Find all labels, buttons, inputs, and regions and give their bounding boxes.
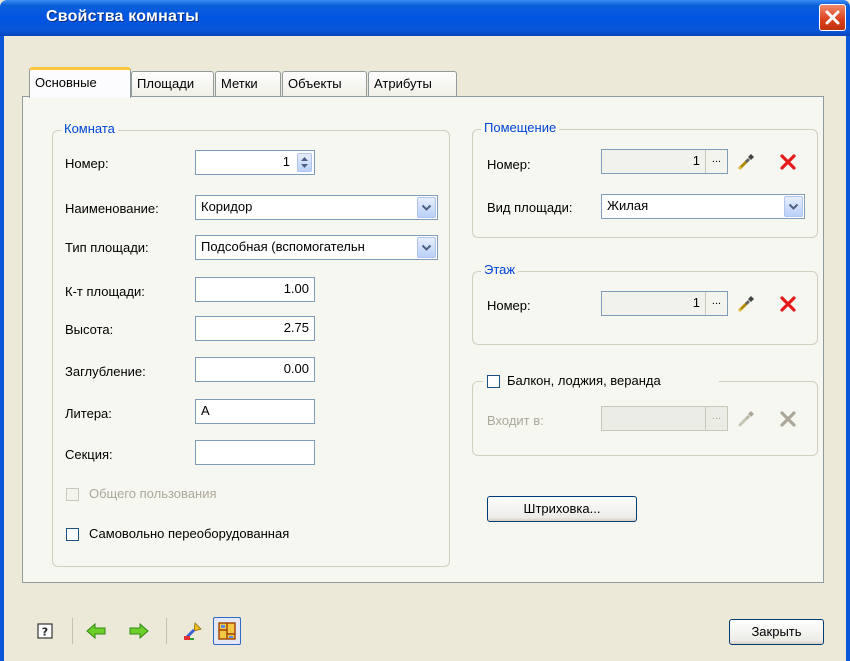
premises-number-label: Номер: (487, 157, 531, 172)
tab-attributes[interactable]: Атрибуты (368, 71, 457, 97)
delete-x-icon (780, 411, 796, 427)
spin-arrows-icon[interactable] (297, 153, 312, 172)
tab-areas[interactable]: Площади (131, 71, 214, 97)
letter-input[interactable]: А (195, 399, 315, 424)
chevron-down-icon[interactable] (417, 197, 436, 218)
height-label: Высота: (65, 322, 114, 337)
height-input[interactable]: 2.75 (195, 316, 315, 341)
room-number-label: Номер: (65, 156, 109, 171)
tab-marks[interactable]: Метки (215, 71, 281, 97)
brush-button[interactable] (182, 620, 204, 642)
paint-brush-icon (184, 622, 202, 640)
included-in-clear-button[interactable] (776, 407, 800, 431)
common-use-checkbox[interactable] (66, 488, 79, 501)
floor-plan-icon (218, 622, 236, 640)
eyedropper-icon (738, 411, 754, 427)
area-type-label: Тип площади: (65, 240, 149, 255)
hatching-button[interactable]: Штриховка... (487, 496, 637, 522)
premises-clear-button[interactable] (776, 150, 800, 174)
tab-objects[interactable]: Объекты (282, 71, 367, 97)
window-title: Свойства комнаты (46, 8, 199, 25)
delete-x-icon (780, 296, 796, 312)
eyedropper-icon (738, 154, 754, 170)
self-reequipped-label: Самовольно переоборудованная (89, 526, 290, 541)
chevron-down-icon[interactable] (784, 196, 803, 217)
room-number-value: 1 (282, 154, 290, 169)
balcony-checkbox[interactable] (487, 375, 500, 388)
premises-pick-button[interactable] (734, 150, 758, 174)
help-button[interactable]: ? (34, 620, 56, 642)
chevron-down-icon[interactable] (417, 237, 436, 258)
close-icon (825, 10, 840, 25)
premises-group-title: Помещение (481, 120, 560, 135)
balcony-checkbox-label: Балкон, лоджия, веранда (507, 373, 661, 388)
help-icon: ? (37, 623, 53, 639)
included-in-label: Входит в: (487, 413, 544, 428)
svg-text:?: ? (42, 626, 48, 639)
toolbar-separator (72, 618, 73, 644)
eyedropper-icon (738, 296, 754, 312)
area-kind-select[interactable]: Жилая (601, 194, 805, 219)
arrow-left-icon (86, 622, 106, 640)
letter-label: Литера: (65, 406, 112, 421)
previous-button[interactable] (85, 620, 107, 642)
included-in-browse-button[interactable]: ... (705, 407, 727, 430)
close-button[interactable]: Закрыть (729, 619, 824, 645)
depth-input[interactable]: 0.00 (195, 357, 315, 382)
close-window-button[interactable] (819, 4, 846, 31)
window-frame-right (846, 36, 850, 661)
toolbar-separator (166, 618, 167, 644)
plan-toggle-button[interactable] (213, 617, 241, 645)
floor-pick-button[interactable] (734, 292, 758, 316)
next-button[interactable] (128, 620, 150, 642)
room-name-label: Наименование: (65, 201, 159, 216)
delete-x-icon (780, 154, 796, 170)
premises-browse-button[interactable]: ... (705, 150, 727, 173)
area-type-select[interactable]: Подсобная (вспомогательн (195, 235, 438, 260)
premises-group (472, 129, 818, 238)
section-input[interactable] (195, 440, 315, 465)
floor-number-label: Номер: (487, 298, 531, 313)
area-type-value: Подсобная (вспомогательн (201, 239, 365, 254)
room-number-stepper[interactable]: 1 (195, 150, 315, 175)
common-use-label: Общего пользования (89, 486, 217, 501)
floor-group-title: Этаж (481, 262, 519, 277)
floor-clear-button[interactable] (776, 292, 800, 316)
room-group-title: Комната (61, 121, 118, 136)
area-kind-label: Вид площади: (487, 200, 573, 215)
tab-main[interactable]: Основные (29, 67, 131, 98)
room-name-value: Коридор (201, 199, 253, 214)
section-label: Секция: (65, 447, 113, 462)
depth-label: Заглубление: (65, 364, 146, 379)
arrow-right-icon (129, 622, 149, 640)
area-coef-input[interactable]: 1.00 (195, 277, 315, 302)
area-kind-value: Жилая (607, 198, 649, 213)
floor-browse-button[interactable]: ... (705, 292, 727, 315)
self-reequipped-checkbox[interactable] (66, 528, 79, 541)
area-coef-label: К-т площади: (65, 284, 145, 299)
included-in-pick-button[interactable] (734, 407, 758, 431)
window-frame-left (0, 36, 4, 661)
room-name-select[interactable]: Коридор (195, 195, 438, 220)
